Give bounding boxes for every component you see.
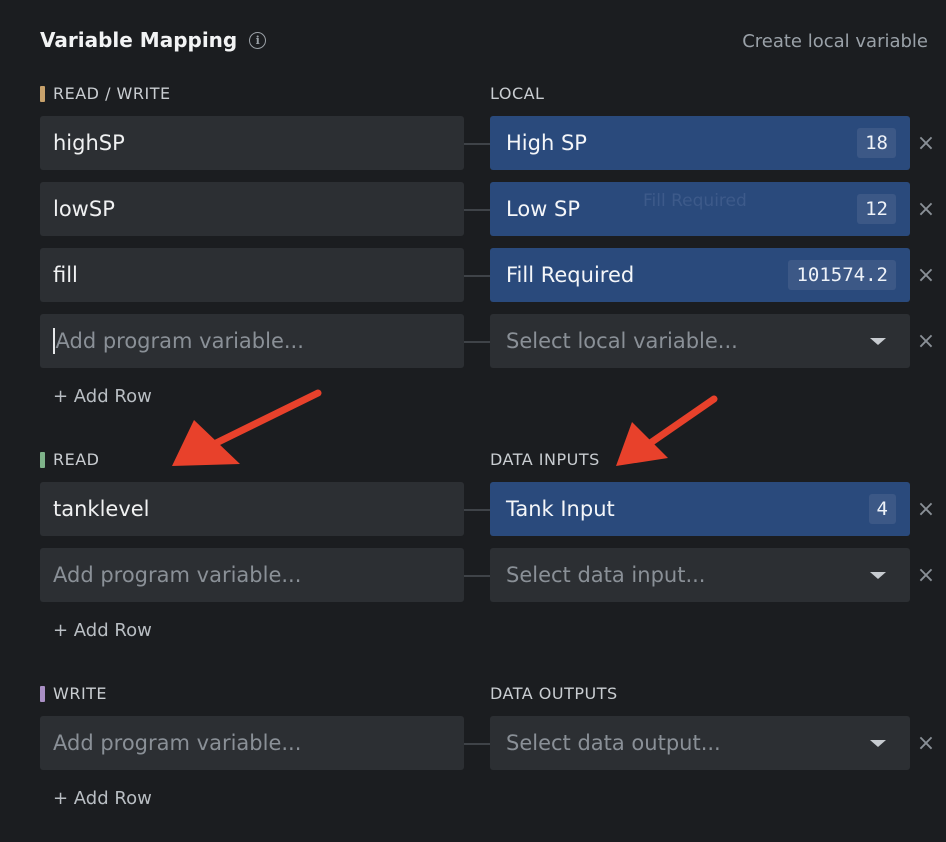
annotation-arrow-right-icon bbox=[616, 395, 718, 466]
annotation-arrow-left-icon bbox=[172, 389, 322, 466]
annotation-arrows bbox=[172, 389, 718, 466]
